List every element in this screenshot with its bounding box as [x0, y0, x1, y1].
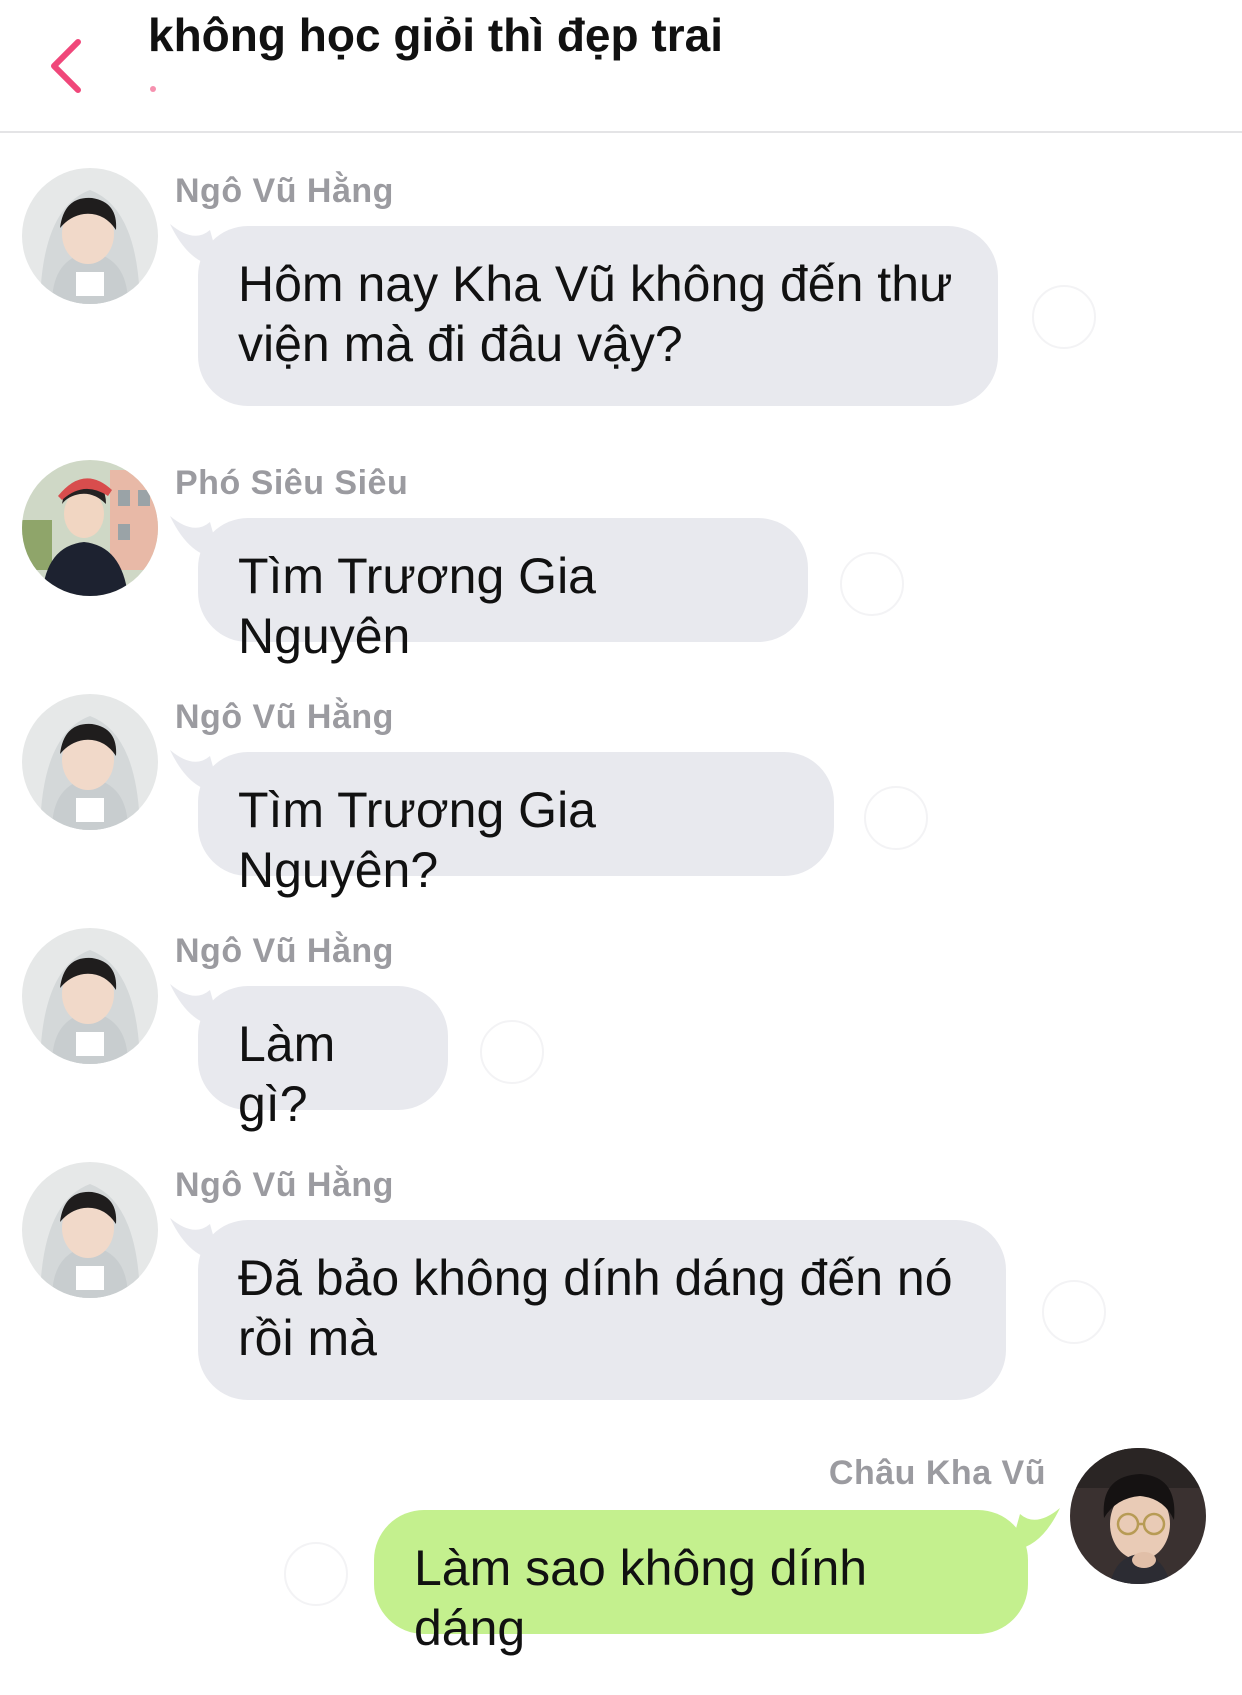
chevron-left-icon[interactable] — [44, 36, 88, 96]
sender-name: Châu Kha Vũ — [828, 1454, 1046, 1492]
message-bubble[interactable]: Làm gì? — [198, 986, 448, 1132]
avatar[interactable] — [22, 1162, 158, 1298]
add-reaction-icon[interactable] — [864, 786, 928, 850]
avatar[interactable] — [22, 168, 158, 304]
sender-name: Ngô Vũ Hằng — [175, 932, 394, 970]
sender-name: Phó Siêu Siêu — [175, 464, 409, 502]
avatar[interactable] — [1070, 1448, 1206, 1584]
chat-title: không học giỏi thì đẹp trai — [148, 9, 723, 61]
add-reaction-icon[interactable] — [1042, 1280, 1106, 1344]
sender-name: Ngô Vũ Hằng — [175, 1166, 394, 1204]
add-reaction-icon[interactable] — [840, 552, 904, 616]
sender-name: Ngô Vũ Hằng — [175, 698, 394, 736]
message-bubble[interactable]: Tìm Trương Gia Nguyên — [198, 518, 808, 664]
message-bubble[interactable]: Tìm Trương Gia Nguyên? — [198, 752, 834, 898]
chat-header: không học giỏi thì đẹp trai — [0, 0, 1242, 133]
sender-name: Ngô Vũ Hằng — [175, 172, 394, 210]
avatar[interactable] — [22, 694, 158, 830]
message-bubble[interactable]: Làm sao không dính dáng — [374, 1510, 1028, 1656]
add-reaction-icon[interactable] — [480, 1020, 544, 1084]
status-dot — [150, 86, 156, 92]
avatar[interactable] — [22, 928, 158, 1064]
avatar[interactable] — [22, 460, 158, 596]
message-bubble[interactable]: Đã bảo không dính dáng đến nó rồi mà — [198, 1220, 1006, 1400]
add-reaction-icon[interactable] — [284, 1542, 348, 1606]
add-reaction-icon[interactable] — [1032, 285, 1096, 349]
message-bubble[interactable]: Hôm nay Kha Vũ không đến thư viện mà đi … — [198, 226, 998, 406]
